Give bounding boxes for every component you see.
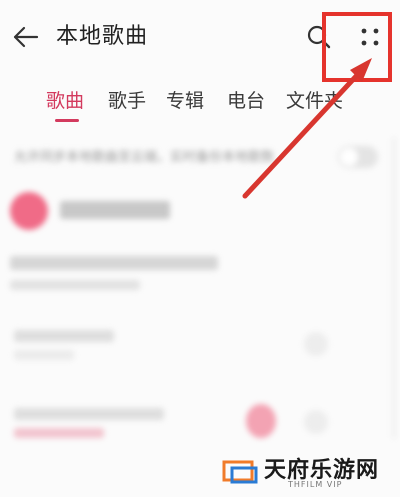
back-button[interactable]: [8, 22, 42, 52]
highlight-box: [322, 12, 392, 82]
tab-albums[interactable]: 专辑: [166, 84, 204, 118]
song-more-button[interactable]: [304, 410, 328, 434]
tab-bar: 歌曲 歌手 专辑 电台 文件夹: [0, 84, 400, 124]
page-title: 本地歌曲: [56, 24, 149, 49]
song-list-area: 允许同步本地歌曲至云端，实时备份本地歌数: [0, 138, 400, 497]
app-screen: 本地歌曲 歌曲 歌手 专辑 电台 文件夹 允许同步本地歌曲至云端，实时备份本地歌…: [0, 0, 400, 497]
list-item[interactable]: [0, 330, 400, 370]
song-playing-badge: [246, 404, 276, 438]
watermark-subtext: THFILM VIP: [288, 480, 343, 489]
list-item[interactable]: [0, 404, 400, 448]
tab-radio[interactable]: 电台: [227, 84, 265, 118]
list-header: [10, 256, 218, 270]
toggle-knob: [340, 148, 358, 166]
song-title: [14, 330, 114, 342]
watermark: 天府乐游网 THFILM VIP: [222, 452, 392, 492]
song-artist: [14, 350, 74, 360]
song-artist: [14, 428, 104, 438]
sync-toggle[interactable]: [338, 146, 378, 168]
play-all-label: [60, 201, 170, 219]
song-more-button[interactable]: [304, 332, 328, 356]
list-subheader: [10, 280, 140, 290]
back-arrow-icon: [13, 26, 39, 48]
active-tab-indicator: [55, 119, 79, 122]
tab-songs[interactable]: 歌曲: [46, 84, 84, 118]
play-all-button[interactable]: [10, 192, 48, 230]
tab-artists[interactable]: 歌手: [108, 84, 146, 118]
top-bar: 本地歌曲: [0, 0, 400, 82]
site-logo-icon: [222, 460, 258, 484]
scrollbar[interactable]: [392, 138, 396, 438]
song-title: [14, 408, 164, 420]
tab-folders[interactable]: 文件夹: [286, 84, 343, 118]
sync-setting-label: 允许同步本地歌曲至云端，实时备份本地歌数: [14, 150, 275, 165]
